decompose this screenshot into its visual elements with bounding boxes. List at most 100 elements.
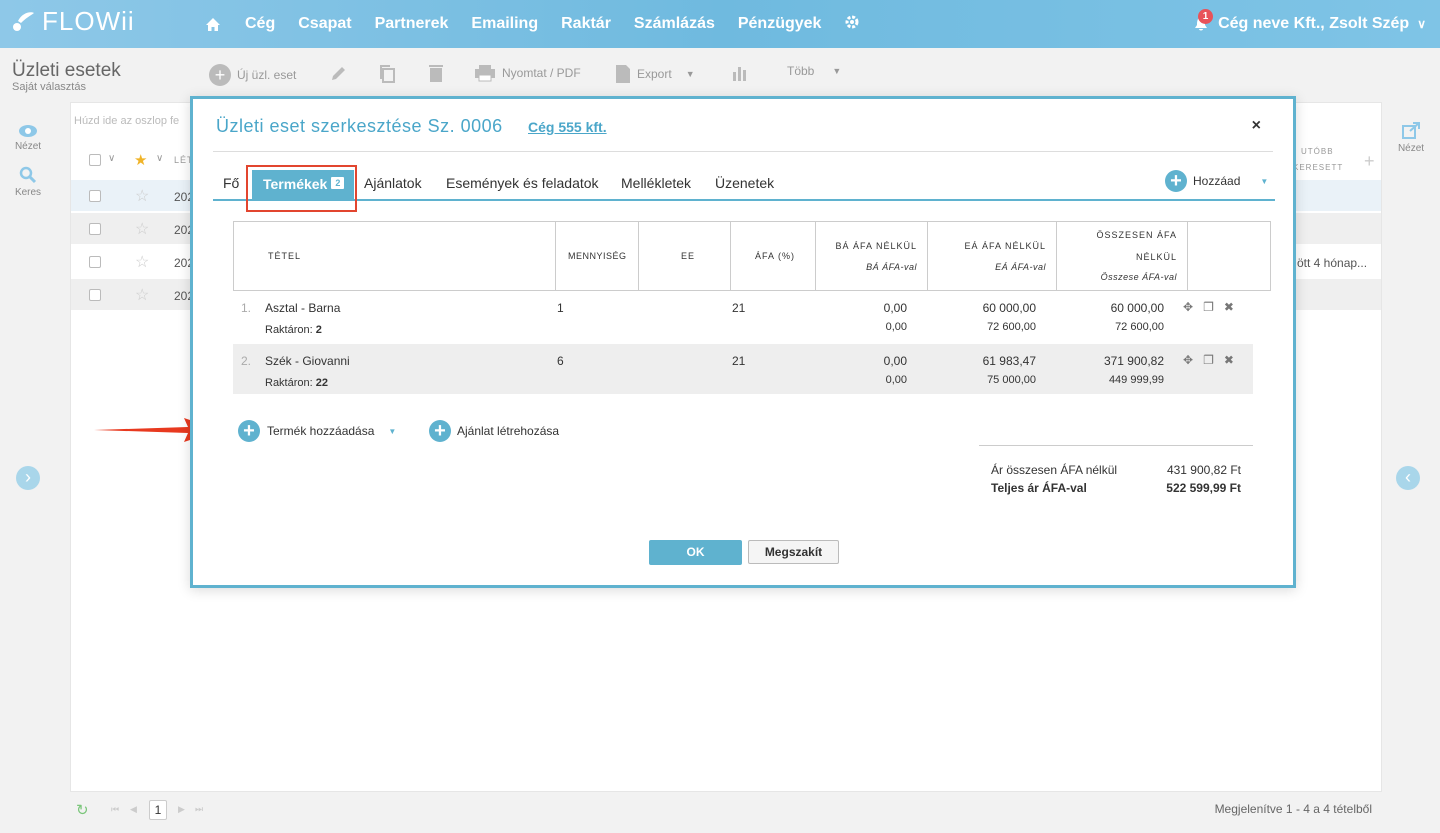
quantity[interactable]: 1 [557,301,564,315]
duplicate-icon[interactable]: ❐ [1203,300,1214,314]
vat-rate[interactable]: 21 [732,301,745,315]
ba-net: 0,00 [883,301,907,315]
nav-raktar[interactable]: Raktár [561,15,611,33]
caret-down-icon: ▼ [832,66,842,76]
total-net: 60 000,00 [1110,301,1164,315]
main-nav: Cég Csapat Partnerek Emailing Raktár Szá… [205,0,883,48]
next-page-icon[interactable]: ▶ [178,804,185,815]
nav-ceg[interactable]: Cég [245,15,275,33]
tab-fo[interactable]: Fő [223,175,239,191]
delete-trash-icon[interactable] [428,64,450,82]
add-dropdown-button[interactable]: + Hozzáad ▼ [1165,170,1268,192]
add-column-icon[interactable]: + [1364,151,1375,172]
duplicate-icon[interactable]: ❐ [1203,353,1214,367]
toolbar: Üzleti esetek Saját választás + Új üzl. … [0,48,1440,102]
row-checkbox[interactable] [89,190,101,202]
right-view-button[interactable]: Nézet [1382,122,1440,154]
refresh-icon[interactable]: ↻ [76,801,89,819]
edit-pencil-icon[interactable] [330,64,354,82]
caret-down-icon: ▼ [1260,176,1269,186]
group-hint: Húzd ide az oszlop fe [74,115,180,127]
add-product-button[interactable]: + Termék hozzáadása ▼ [238,420,396,442]
star-icon[interactable]: ☆ [135,219,149,239]
user-name: Cég neve Kft., Zsolt Szép [1218,15,1410,32]
company-link[interactable]: Cég 555 kft. [528,119,607,135]
move-icon[interactable]: ✥ [1183,300,1193,314]
quantity[interactable]: 6 [557,354,564,368]
select-all-checkbox[interactable] [89,154,101,166]
export-file-icon [616,65,630,83]
cancel-button[interactable]: Megszakít [748,540,839,564]
collapse-left-icon[interactable]: ‹ [1396,466,1420,490]
column-header-searched: KERESETT [1293,163,1344,172]
delete-x-icon[interactable]: ✖ [1224,353,1234,367]
flowii-logo[interactable]: FLOWii [12,6,135,37]
settings-gear-icon[interactable] [844,14,860,35]
product-row[interactable]: 1. Asztal - Barna Raktáron: 2 1 21 0,00 … [233,291,1253,341]
notification-bell-icon[interactable]: 1 [1194,9,1214,32]
ba-gross: 0,00 [885,374,907,386]
nav-szamlazas[interactable]: Számlázás [634,15,715,33]
close-icon[interactable]: × [1252,117,1261,135]
chevron-down-icon: ∨ [156,153,164,164]
caret-down-icon: ▼ [388,426,397,436]
star-icon[interactable]: ☆ [135,252,149,272]
expand-right-icon[interactable]: › [16,466,40,490]
star-icon[interactable]: ☆ [135,186,149,206]
column-header-recent: UTÓBB [1301,147,1334,156]
page-number[interactable]: 1 [149,800,167,820]
tab-esemenyek[interactable]: Események és feladatok [446,175,599,191]
total-gross: 72 600,00 [1115,321,1164,333]
ok-button[interactable]: OK [649,540,742,565]
highlight-box-annotation [246,165,357,212]
move-icon[interactable]: ✥ [1183,353,1193,367]
product-name[interactable]: Asztal - Barna [265,301,340,315]
more-button[interactable]: Több ▼ [787,64,841,78]
delete-x-icon[interactable]: ✖ [1224,300,1234,314]
row-checkbox[interactable] [89,289,101,301]
row-checkbox[interactable] [89,256,101,268]
prev-page-icon[interactable]: ◀ [130,804,137,815]
create-offer-button[interactable]: + Ajánlat létrehozása [429,420,559,442]
print-pdf-button[interactable]: Nyomtat / PDF [474,64,581,82]
print-pdf-label: Nyomtat / PDF [502,66,581,80]
new-deal-button[interactable]: + Új üzl. eset [209,64,296,86]
first-page-icon[interactable]: ⏮ [111,804,119,815]
vat-rate[interactable]: 21 [732,354,745,368]
row-last-activity: ött 4 hónap... [1297,256,1368,270]
star-icon[interactable]: ☆ [135,285,149,305]
plus-circle-icon: + [209,64,231,86]
chevron-down-icon: ∨ [1417,17,1426,31]
col-ea-label: EÁ ÁFA NÉLKÜL [964,241,1046,251]
product-name[interactable]: Szék - Giovanni [265,354,350,368]
row-number: 2. [241,354,252,368]
copy-icon[interactable] [378,64,402,84]
caret-down-icon: ▼ [685,69,695,79]
total-gross: 449 999,99 [1108,374,1164,386]
net-total-row: Ár összesen ÁFA nélkül 431 900,82 Ft [991,463,1241,477]
nav-emailing[interactable]: Emailing [471,15,538,33]
tab-ajanlatok[interactable]: Ajánlatok [364,175,422,191]
chart-bar-icon[interactable] [731,64,755,82]
home-icon[interactable] [205,17,221,32]
ea-gross: 72 600,00 [987,321,1036,333]
last-page-icon[interactable]: ⏭ [195,804,203,815]
export-button[interactable]: Export ▼ [615,64,695,84]
row-checkbox[interactable] [89,223,101,235]
col-ba-vat-label: BÁ ÁFA-val [866,262,917,272]
user-menu[interactable]: 1 Cég neve Kft., Zsolt Szép ∨ [1194,0,1426,48]
product-row[interactable]: 2. Szék - Giovanni Raktáron: 22 6 21 0,0… [233,344,1253,394]
view-button[interactable]: Nézet [0,124,56,152]
tab-mellekletek[interactable]: Mellékletek [621,175,691,191]
col-item-label: TÉTEL [268,251,302,261]
col-ba-label: BÁ ÁFA NÉLKÜL [835,241,917,251]
nav-csapat[interactable]: Csapat [298,15,351,33]
nav-penzugyek[interactable]: Pénzügyek [738,15,822,33]
top-navigation-bar: FLOWii Cég Csapat Partnerek Emailing Rak… [0,0,1440,48]
col-ea-vat-label: EÁ ÁFA-val [995,262,1046,272]
nav-partnerek[interactable]: Partnerek [375,15,449,33]
search-button[interactable]: Keres [0,166,56,198]
tab-uzenetek[interactable]: Üzenetek [715,175,774,191]
view-label: Nézet [14,141,42,152]
logo-text: FLOWii [42,6,135,36]
